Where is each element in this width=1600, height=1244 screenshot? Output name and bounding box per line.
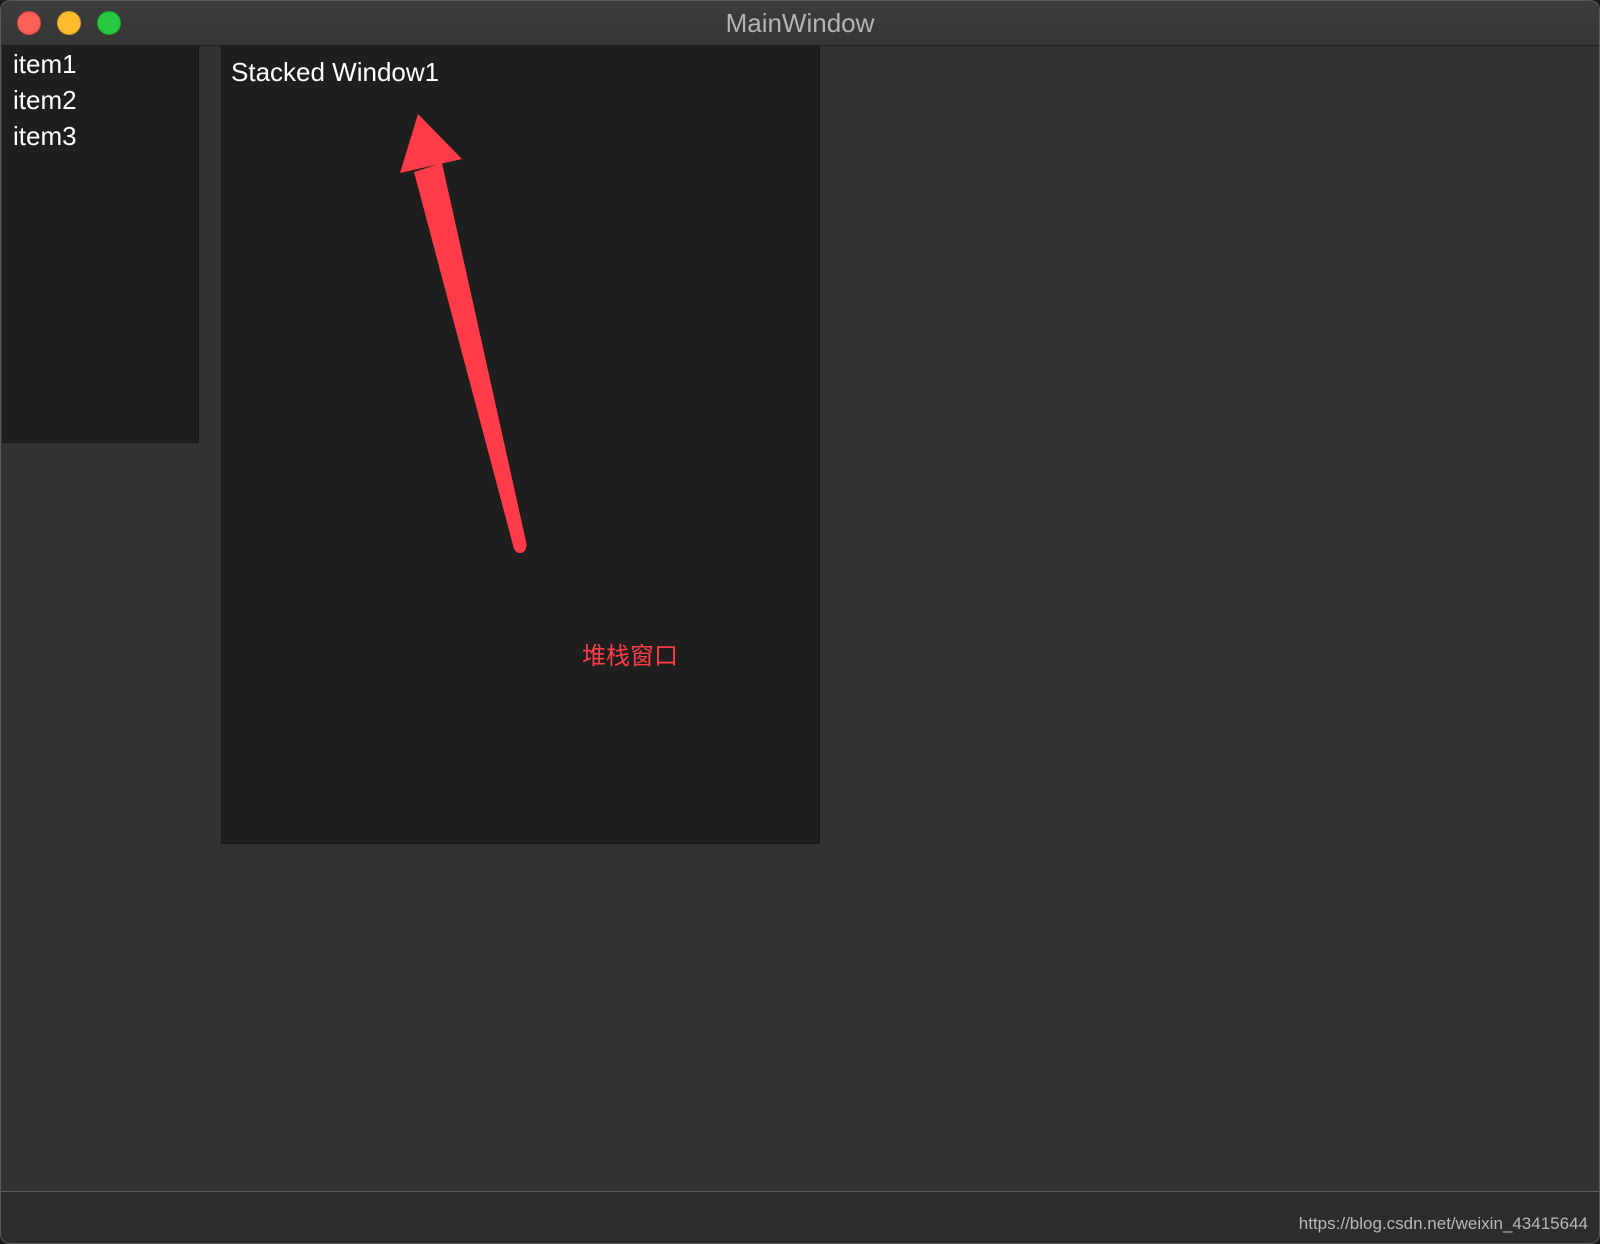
main-window: MainWindow item1 item2 item3 Stacked Win… [0, 0, 1600, 1244]
stacked-widget: Stacked Window1 [221, 45, 820, 844]
list-item-1[interactable]: item1 [13, 49, 77, 79]
stacked-window-label: Stacked Window1 [231, 57, 440, 87]
list-item-2[interactable]: item2 [13, 85, 77, 115]
watermark-text: https://blog.csdn.net/weixin_43415644 [1298, 1214, 1588, 1233]
list-widget[interactable]: item1 item2 item3 [2, 45, 199, 443]
window-title: MainWindow [725, 8, 875, 38]
annotation-label: 堆栈窗口 [582, 643, 678, 670]
list-item-3[interactable]: item3 [13, 121, 77, 151]
title-bar[interactable]: MainWindow [1, 1, 1599, 46]
